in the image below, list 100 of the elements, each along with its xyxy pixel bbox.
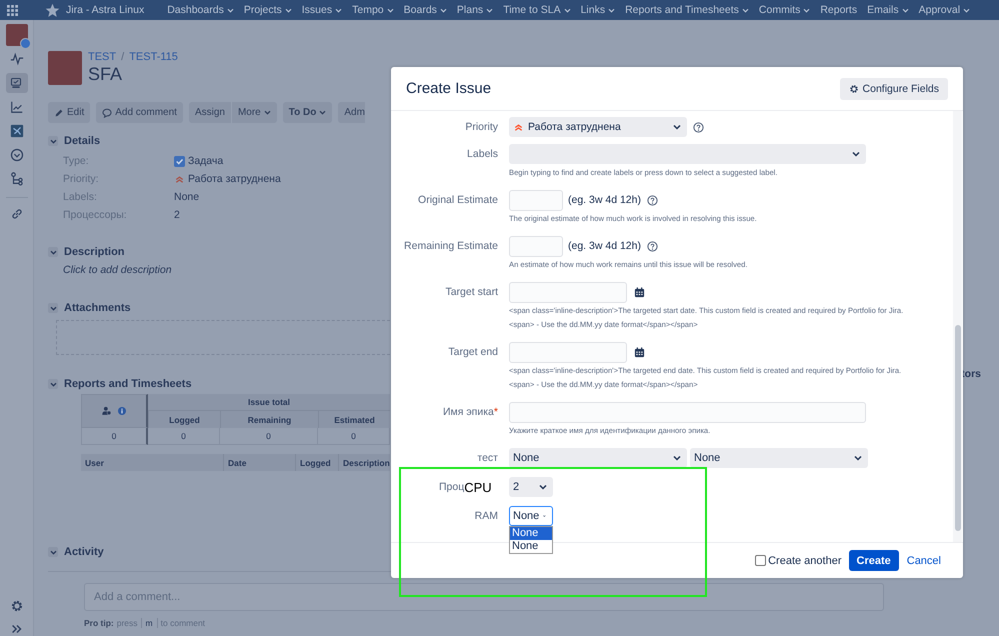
help-icon[interactable] bbox=[646, 240, 658, 252]
pulse-icon bbox=[10, 52, 24, 66]
caret-icon bbox=[264, 110, 271, 115]
toolbar-button[interactable]: More bbox=[232, 102, 277, 123]
nav-menu-item[interactable]: Plans bbox=[452, 4, 498, 16]
nav-menu-item[interactable]: Reports bbox=[815, 4, 862, 16]
toolbar-button[interactable]: Assign bbox=[188, 102, 231, 123]
nav-menu-item[interactable]: Dashboards bbox=[162, 4, 239, 16]
pro-tip-text: press bbox=[116, 618, 138, 628]
estimate-input-field[interactable] bbox=[509, 236, 563, 256]
settings-icon[interactable] bbox=[10, 599, 24, 613]
scrollbar[interactable] bbox=[953, 111, 962, 542]
section-toggle[interactable] bbox=[48, 136, 58, 146]
product-name[interactable]: Jira - Astra Linux bbox=[66, 4, 144, 16]
description-placeholder[interactable]: Click to add description bbox=[48, 264, 390, 276]
link-icon bbox=[10, 207, 24, 221]
field-label: Original Estimate bbox=[418, 194, 498, 206]
section-toggle[interactable] bbox=[48, 379, 58, 389]
app-grid-icon[interactable] bbox=[7, 4, 18, 16]
keyboard-key: m bbox=[140, 618, 158, 628]
table-header-cell-text: User bbox=[84, 456, 105, 470]
dropdown-option[interactable]: None bbox=[510, 527, 552, 540]
chevron-icon bbox=[50, 138, 56, 144]
checkbox[interactable] bbox=[755, 555, 766, 566]
section-toggle[interactable] bbox=[48, 303, 58, 313]
app-tile-icon bbox=[10, 124, 24, 138]
priority-chevrons-icon bbox=[174, 174, 185, 184]
processor-select[interactable]: 2 bbox=[509, 477, 553, 497]
tree-icon bbox=[10, 172, 24, 186]
toolbar-button[interactable]: Adm bbox=[338, 102, 365, 123]
cancel-link[interactable]: Cancel bbox=[906, 554, 941, 566]
section-heading: Description bbox=[64, 246, 125, 258]
priority-select[interactable]: Работа затруднена bbox=[509, 117, 687, 137]
toolbar-button[interactable]: Edit bbox=[48, 102, 90, 123]
cascading-select[interactable]: None bbox=[690, 448, 868, 468]
field-label: Priority: bbox=[63, 173, 100, 185]
check-circle-icon bbox=[10, 148, 24, 162]
star-logo-icon[interactable] bbox=[45, 2, 60, 18]
date-input-field[interactable] bbox=[509, 342, 627, 362]
epic-name-input-field[interactable] bbox=[509, 402, 866, 422]
caret-icon bbox=[852, 151, 860, 157]
caret-icon bbox=[742, 8, 749, 12]
section-toggle[interactable] bbox=[48, 247, 58, 257]
help-icon[interactable] bbox=[646, 194, 658, 206]
task-type-icon bbox=[174, 156, 185, 166]
nav-menu-item[interactable]: Reports and Timesheets bbox=[620, 4, 754, 16]
dropdown-option[interactable]: None bbox=[510, 540, 552, 553]
caret-icon bbox=[902, 8, 909, 12]
issue-key-link[interactable]: TEST-115 bbox=[129, 51, 178, 63]
caret-icon bbox=[319, 110, 326, 115]
configure-fields-button[interactable]: Configure Fields bbox=[840, 78, 948, 100]
status-button[interactable]: To Do bbox=[282, 102, 332, 123]
ram-select[interactable]: None bbox=[509, 506, 553, 526]
nav-menu-item[interactable]: Links bbox=[576, 4, 620, 16]
section-heading: Attachments bbox=[64, 302, 131, 314]
nav-menu-item[interactable]: Approval bbox=[914, 4, 976, 16]
project-breadcrumb-link[interactable]: TEST bbox=[88, 51, 116, 63]
nav-menu-item[interactable]: Boards bbox=[398, 4, 452, 16]
toolbar-button[interactable]: Add comment bbox=[96, 102, 183, 123]
table-cell: 0 bbox=[81, 428, 148, 445]
estimate-input-field[interactable] bbox=[509, 190, 563, 210]
date-input-field[interactable] bbox=[509, 282, 627, 302]
nav-menu-item[interactable]: Issues bbox=[296, 4, 348, 16]
gear-icon bbox=[848, 84, 859, 94]
format-hint: (eg. 3w 4d 12h) bbox=[568, 194, 641, 206]
expand-sidebar-icon[interactable] bbox=[10, 622, 24, 636]
caret-icon bbox=[386, 8, 394, 12]
section-toggle[interactable] bbox=[48, 547, 58, 557]
table-header-cell: Date bbox=[223, 454, 295, 471]
caret-icon bbox=[335, 8, 342, 12]
pro-tip-text: to comment bbox=[160, 618, 206, 628]
annotation-text: CPU bbox=[464, 480, 492, 494]
issue-summary: SFA bbox=[88, 64, 124, 85]
priority-chevrons-icon bbox=[513, 122, 524, 132]
nav-menu-item[interactable]: Commits bbox=[754, 4, 816, 16]
caret-icon bbox=[440, 8, 447, 12]
table-header-cell: Description bbox=[338, 454, 390, 471]
sidebar-item[interactable] bbox=[6, 73, 28, 93]
format-hint: (eg. 3w 4d 12h) bbox=[568, 240, 641, 252]
field-label: Имя эпика* bbox=[442, 406, 498, 418]
create-button[interactable]: Create bbox=[848, 550, 899, 571]
nav-menu-item[interactable]: Projects bbox=[238, 4, 297, 16]
caret-icon bbox=[803, 8, 810, 12]
nav-menu-item[interactable]: Time to SLA bbox=[498, 4, 576, 16]
cascading-select[interactable]: None bbox=[509, 448, 687, 468]
comment-input-field[interactable]: Add a comment... bbox=[84, 583, 884, 611]
field-label: Target end bbox=[448, 346, 498, 358]
calendar-icon[interactable] bbox=[634, 346, 645, 358]
nav-menu-item[interactable]: Emails bbox=[862, 4, 914, 16]
info-icon[interactable] bbox=[118, 407, 126, 415]
chevron-icon bbox=[50, 306, 56, 310]
caret-icon bbox=[486, 8, 494, 12]
nav-menu-item[interactable]: Tempo bbox=[347, 4, 399, 16]
table-header-cell: Issue total bbox=[148, 394, 390, 411]
calendar-icon[interactable] bbox=[634, 286, 645, 298]
field-label: Labels: bbox=[63, 191, 98, 203]
field-value: 2 bbox=[174, 209, 180, 221]
help-icon[interactable] bbox=[693, 122, 704, 132]
field-value: None bbox=[174, 191, 200, 203]
caret-icon bbox=[539, 484, 547, 490]
